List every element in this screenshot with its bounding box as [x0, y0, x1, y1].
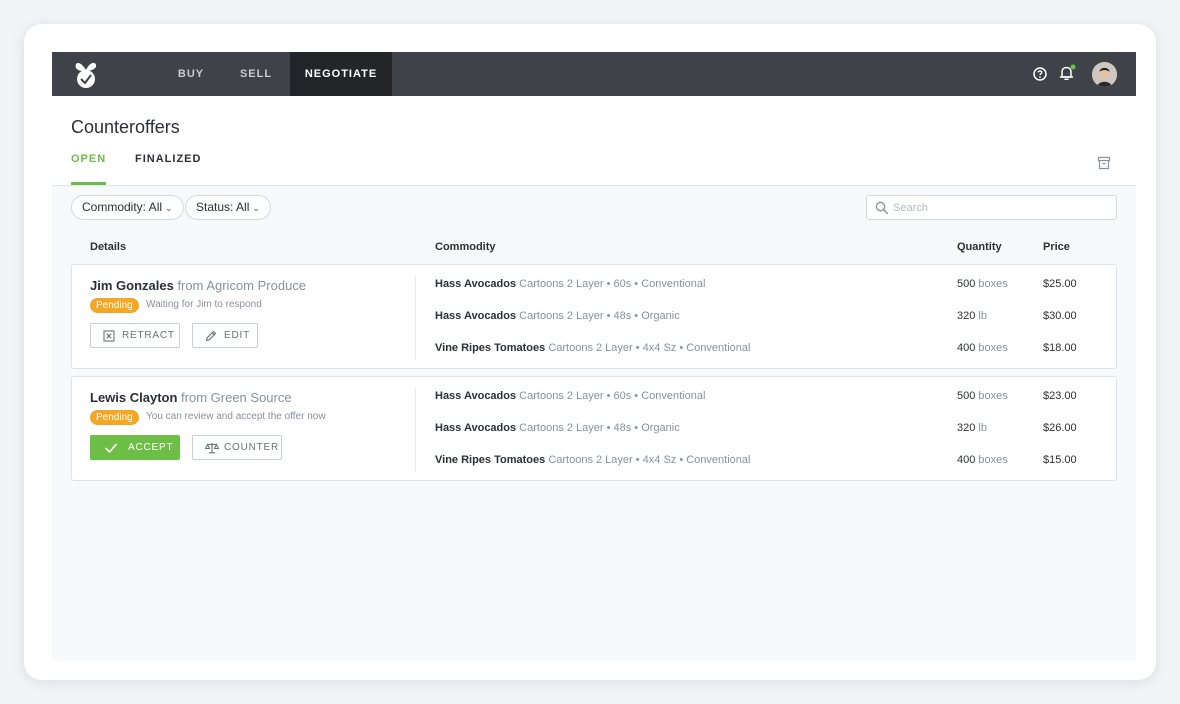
commodity-filter-label: Commodity: All: [82, 200, 163, 214]
nav-negotiate[interactable]: NEGOTIATE: [290, 52, 392, 96]
quantity-unit: boxes: [978, 390, 1008, 402]
retract-button[interactable]: RETRACT: [90, 323, 180, 348]
price: $15.00: [1043, 454, 1077, 466]
nav-sell[interactable]: SELL: [228, 52, 284, 96]
column-header-commodity: Commodity: [435, 241, 496, 253]
page-header: Counteroffers OPEN FINALIZED: [52, 96, 1136, 186]
commodity-description: Cartoons 2 Layer • 60s • Conventional: [519, 390, 706, 402]
edit-button[interactable]: EDIT: [192, 323, 258, 348]
quantity-value: 400: [957, 342, 976, 354]
quantity: 500 boxes: [957, 278, 1008, 290]
column-header-price: Price: [1043, 241, 1070, 253]
quantity-unit: lb: [978, 310, 987, 322]
quantity-value: 320: [957, 422, 976, 434]
close-box-icon: [103, 330, 115, 342]
quantity: 400 boxes: [957, 342, 1008, 354]
top-navigation-bar: BUY SELL NEGOTIATE: [52, 52, 1136, 96]
status-note: You can review and accept the offer now: [146, 411, 326, 422]
quantity: 500 boxes: [957, 390, 1008, 402]
app-container: BUY SELL NEGOTIATE Counteroffers OPEN FI…: [52, 52, 1136, 661]
accept-button[interactable]: ACCEPT: [90, 435, 180, 460]
quantity-unit: boxes: [978, 454, 1008, 466]
commodity-line: Hass Avocados Cartoons 2 Layer • 48s • O…: [435, 310, 680, 326]
notifications-button[interactable]: [1058, 64, 1076, 82]
commodity-line: Hass Avocados Cartoons 2 Layer • 60s • C…: [435, 278, 705, 294]
quantity-unit: lb: [978, 422, 987, 434]
offer-party: Jim Gonzales from Agricom Produce: [90, 278, 306, 293]
offer-card: Lewis Clayton from Green Source Pending …: [71, 376, 1117, 481]
buyer-name: Jim Gonzales: [90, 278, 174, 293]
commodity-filter[interactable]: Commodity: All ⌄: [71, 195, 184, 220]
edit-label: EDIT: [224, 330, 250, 341]
bell-icon: [1059, 64, 1076, 80]
scale-icon: [205, 443, 219, 454]
chevron-down-icon: ⌄: [165, 203, 173, 213]
commodity-name: Vine Ripes Tomatoes: [435, 342, 546, 354]
tab-finalized[interactable]: FINALIZED: [135, 153, 201, 185]
counter-button[interactable]: COUNTER: [192, 435, 282, 460]
search-box[interactable]: [866, 195, 1117, 220]
quantity: 400 boxes: [957, 454, 1008, 466]
quantity-unit: boxes: [978, 342, 1008, 354]
archive-icon[interactable]: [1097, 156, 1111, 170]
tab-open[interactable]: OPEN: [71, 153, 107, 185]
offer-party: Lewis Clayton from Green Source: [90, 390, 292, 405]
quantity-value: 320: [957, 310, 976, 322]
commodity-line: Vine Ripes Tomatoes Cartoons 2 Layer • 4…: [435, 342, 750, 358]
avatar-image: [1092, 62, 1117, 87]
buyer-name: Lewis Clayton: [90, 390, 178, 405]
buyer-company: from Green Source: [181, 390, 292, 405]
price: $18.00: [1043, 342, 1077, 354]
user-avatar[interactable]: [1092, 62, 1117, 87]
quantity-value: 500: [957, 278, 976, 290]
commodity-description: Cartoons 2 Layer • 60s • Conventional: [519, 278, 706, 290]
commodity-description: Cartoons 2 Layer • 4x4 Sz • Conventional: [548, 454, 751, 466]
price: $25.00: [1043, 278, 1077, 290]
column-header-details: Details: [90, 241, 127, 253]
quantity: 320 lb: [957, 422, 987, 434]
price: $30.00: [1043, 310, 1077, 322]
commodity-description: Cartoons 2 Layer • 48s • Organic: [519, 310, 680, 322]
price: $23.00: [1043, 390, 1077, 402]
help-icon[interactable]: [1033, 67, 1047, 81]
quantity-value: 500: [957, 390, 976, 402]
status-note: Waiting for Jim to respond: [146, 299, 262, 310]
commodity-line: Vine Ripes Tomatoes Cartoons 2 Layer • 4…: [435, 454, 750, 470]
commodity-description: Cartoons 2 Layer • 4x4 Sz • Conventional: [548, 342, 751, 354]
commodity-name: Hass Avocados: [435, 422, 517, 434]
commodity-name: Hass Avocados: [435, 390, 517, 402]
pencil-icon: [205, 330, 217, 342]
counter-label: COUNTER: [224, 442, 280, 453]
card-divider: [415, 388, 416, 471]
quantity-unit: boxes: [978, 278, 1008, 290]
commodity-name: Vine Ripes Tomatoes: [435, 454, 546, 466]
status-badge: Pending: [90, 410, 139, 425]
quantity: 320 lb: [957, 310, 987, 322]
column-header-quantity: Quantity: [957, 241, 1002, 253]
nav-buy[interactable]: BUY: [164, 52, 218, 96]
card-divider: [415, 276, 416, 359]
buyer-company: from Agricom Produce: [177, 278, 307, 293]
commodity-name: Hass Avocados: [435, 310, 517, 322]
search-input[interactable]: [893, 200, 1111, 216]
logo-icon[interactable]: [70, 58, 102, 90]
price: $26.00: [1043, 422, 1077, 434]
commodity-line: Hass Avocados Cartoons 2 Layer • 48s • O…: [435, 422, 680, 438]
commodity-name: Hass Avocados: [435, 278, 517, 290]
chevron-down-icon: ⌄: [252, 203, 260, 213]
status-badge: Pending: [90, 298, 139, 313]
quantity-value: 400: [957, 454, 976, 466]
accept-label: ACCEPT: [128, 442, 174, 453]
commodity-description: Cartoons 2 Layer • 48s • Organic: [519, 422, 680, 434]
status-filter[interactable]: Status: All ⌄: [185, 195, 271, 220]
status-filter-label: Status: All: [196, 200, 250, 214]
check-icon: [104, 443, 118, 454]
commodity-line: Hass Avocados Cartoons 2 Layer • 60s • C…: [435, 390, 705, 406]
page-title: Counteroffers: [71, 117, 180, 137]
offer-card: Jim Gonzales from Agricom Produce Pendin…: [71, 264, 1117, 369]
search-icon: [875, 201, 889, 215]
retract-label: RETRACT: [122, 330, 175, 341]
